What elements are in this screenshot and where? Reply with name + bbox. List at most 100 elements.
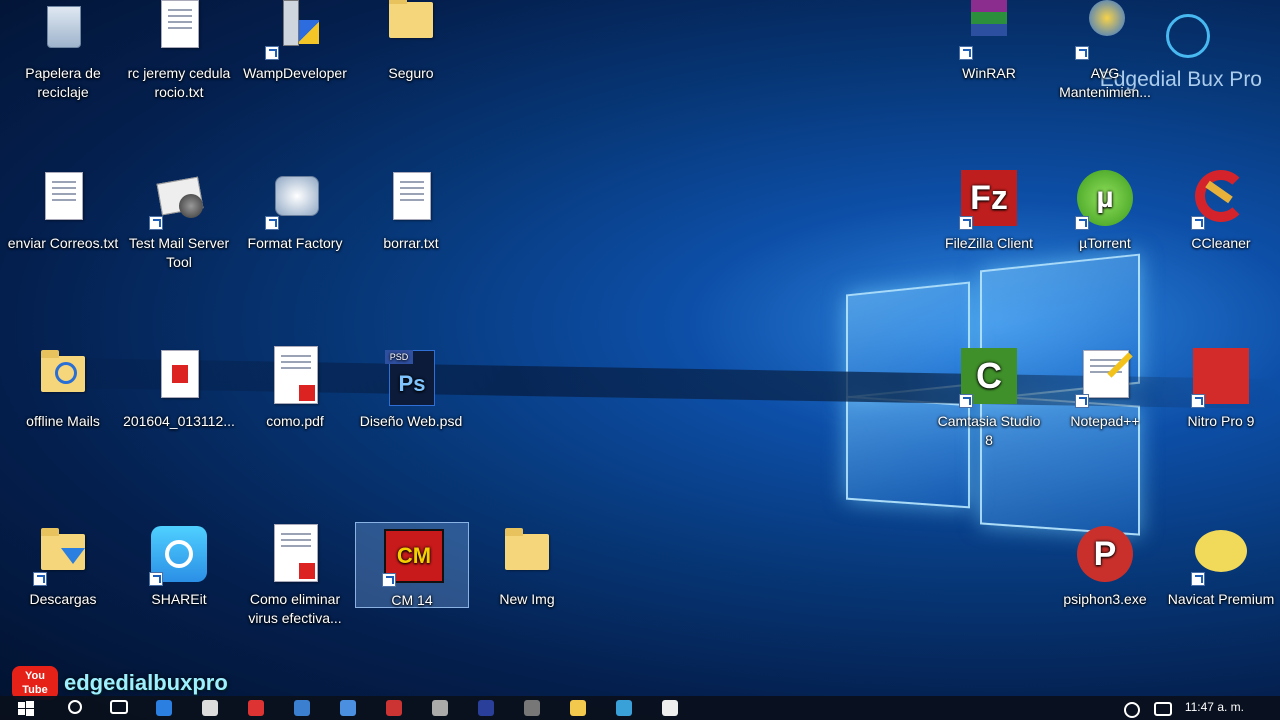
taskbar-clock[interactable]: 11:47 a. m.: [1185, 700, 1244, 714]
desktop-icon-winrar[interactable]: WinRAR: [933, 0, 1045, 83]
desktop-icon-avg[interactable]: AVG Mantenimien...: [1049, 0, 1161, 102]
desktop-icon-offline-mails[interactable]: offline Mails: [7, 348, 119, 431]
desktop-icon-wampdeveloper[interactable]: WampDeveloper: [239, 0, 351, 83]
icon-label: como.pdf: [266, 413, 324, 429]
mail-server-icon: [149, 170, 209, 230]
icon-label: psiphon3.exe: [1063, 591, 1147, 607]
desktop-icon-rc-jeremy[interactable]: rc jeremy cedula rocio.txt: [123, 0, 235, 102]
desktop-icon-test-mail-server[interactable]: Test Mail Server Tool: [123, 170, 235, 272]
format-factory-icon: [265, 170, 325, 230]
icon-label: Test Mail Server Tool: [128, 235, 230, 270]
icon-label: rc jeremy cedula rocio.txt: [127, 65, 231, 100]
icon-label: AVG Mantenimien...: [1059, 65, 1151, 100]
desktop-icon-recycle-bin[interactable]: Papelera de reciclaje: [7, 0, 119, 102]
desktop-icon-ccleaner[interactable]: CCleaner: [1165, 170, 1277, 253]
desktop-icon-camtasia[interactable]: C Camtasia Studio 8: [933, 348, 1045, 450]
notification-icon[interactable]: [1154, 702, 1172, 716]
channel-name: edgedialbuxpro: [64, 670, 228, 695]
desktop-icon-nitro-pro[interactable]: Nitro Pro 9: [1165, 348, 1277, 431]
icon-label: Descargas: [29, 591, 97, 607]
avg-icon: [1075, 0, 1135, 60]
desktop-icon-format-factory[interactable]: Format Factory: [239, 170, 351, 253]
desktop-icon-como-pdf[interactable]: como.pdf: [239, 346, 351, 431]
app-icon[interactable]: [386, 700, 402, 716]
icon-label: Diseño Web.psd: [359, 413, 463, 429]
desktop-icon-notepad-plus-plus[interactable]: Notepad++: [1049, 348, 1161, 431]
photoshop-icon: Ps PSD: [381, 348, 441, 408]
search-icon[interactable]: [68, 700, 82, 714]
pdf-file-icon: [149, 348, 209, 408]
icon-label: SHAREit: [151, 591, 207, 607]
filezilla-icon: Fz: [959, 170, 1019, 230]
folder-icon: [33, 348, 93, 408]
utorrent-icon: µ: [1075, 170, 1135, 230]
pdf-file-icon: [265, 346, 325, 408]
icon-label: WinRAR: [962, 65, 1016, 81]
desktop-icon-shareit[interactable]: SHAREit: [123, 526, 235, 609]
text-file-icon: [381, 170, 441, 230]
text-file-icon: [33, 170, 93, 230]
shareit-icon: [149, 526, 209, 586]
icon-label: offline Mails: [26, 413, 100, 429]
icon-label: CM 14: [391, 592, 433, 608]
navicat-icon: [1191, 526, 1251, 586]
icon-label: borrar.txt: [383, 235, 439, 251]
wampdeveloper-icon: [265, 0, 325, 60]
desktop-icon-navicat[interactable]: Navicat Premium: [1165, 526, 1277, 609]
desktop-icon-psiphon[interactable]: P psiphon3.exe: [1049, 526, 1161, 609]
app-icon[interactable]: [524, 700, 540, 716]
icon-label: Navicat Premium: [1167, 591, 1275, 607]
desktop-icon-como-eliminar[interactable]: Como eliminar virus efectiva...: [239, 524, 351, 628]
desktop-icon-filezilla[interactable]: Fz FileZilla Client: [933, 170, 1045, 253]
notepad-plus-plus-icon: [1075, 348, 1135, 408]
store-icon[interactable]: [202, 700, 218, 716]
downloads-folder-icon: [33, 526, 93, 586]
app-icon[interactable]: [478, 700, 494, 716]
desktop-icon-enviar-correos[interactable]: enviar Correos.txt: [7, 170, 119, 253]
app-icon[interactable]: [662, 700, 678, 716]
icon-label: Seguro: [388, 65, 434, 81]
psiphon-icon: P: [1075, 526, 1135, 586]
youtube-logo-icon: You Tube: [12, 666, 58, 700]
text-file-icon: [149, 0, 209, 60]
icon-label: Como eliminar virus efectiva...: [248, 591, 342, 626]
start-windows-icon[interactable]: [18, 700, 34, 716]
taskbar: 11:47 a. m.: [0, 696, 1280, 720]
volume-icon[interactable]: [1124, 702, 1140, 718]
desktop-icon-cm14[interactable]: CM CM 14: [355, 522, 469, 608]
camtasia-icon: C: [959, 348, 1019, 408]
icon-label: Papelera de reciclaje: [25, 65, 101, 100]
icon-label: µTorrent: [1079, 235, 1131, 251]
icon-label: 201604_013112...: [123, 413, 235, 429]
desktop-icon-new-img[interactable]: New Img: [471, 526, 583, 609]
icon-label: FileZilla Client: [945, 235, 1033, 251]
cm14-icon: CM: [382, 527, 444, 587]
icon-label: New Img: [499, 591, 555, 607]
ccleaner-icon: [1191, 170, 1251, 230]
app-icon[interactable]: [294, 700, 310, 716]
icon-label: Camtasia Studio 8: [937, 413, 1041, 448]
app-icon[interactable]: [616, 700, 632, 716]
refresh-logo-icon: [1166, 14, 1210, 58]
task-view-icon[interactable]: [110, 700, 128, 714]
icon-label: Notepad++: [1070, 413, 1140, 429]
desktop-icon-seguro[interactable]: Seguro: [355, 0, 467, 83]
desktop-icon-diseno-web[interactable]: Ps PSD Diseño Web.psd: [355, 348, 467, 431]
desktop-icon-descargas[interactable]: Descargas: [7, 526, 119, 609]
opera-icon[interactable]: [248, 700, 264, 716]
desktop-icon-201604[interactable]: 201604_013112...: [123, 348, 235, 431]
recycle-bin-icon: [33, 0, 93, 60]
youtube-badge-text: You Tube: [22, 670, 48, 696]
icon-label: Nitro Pro 9: [1187, 413, 1255, 429]
file-explorer-icon[interactable]: [570, 700, 586, 716]
pdf-file-icon: [265, 524, 325, 586]
winrar-icon: [959, 0, 1019, 60]
app-icon[interactable]: [432, 700, 448, 716]
desktop-icon-borrar[interactable]: borrar.txt: [355, 170, 467, 253]
desktop-icon-utorrent[interactable]: µ µTorrent: [1049, 170, 1161, 253]
icon-label: CCleaner: [1191, 235, 1251, 251]
app-icon[interactable]: [340, 700, 356, 716]
icon-label: enviar Correos.txt: [7, 235, 119, 251]
icon-label: Format Factory: [247, 235, 343, 251]
edge-icon[interactable]: [156, 700, 172, 716]
